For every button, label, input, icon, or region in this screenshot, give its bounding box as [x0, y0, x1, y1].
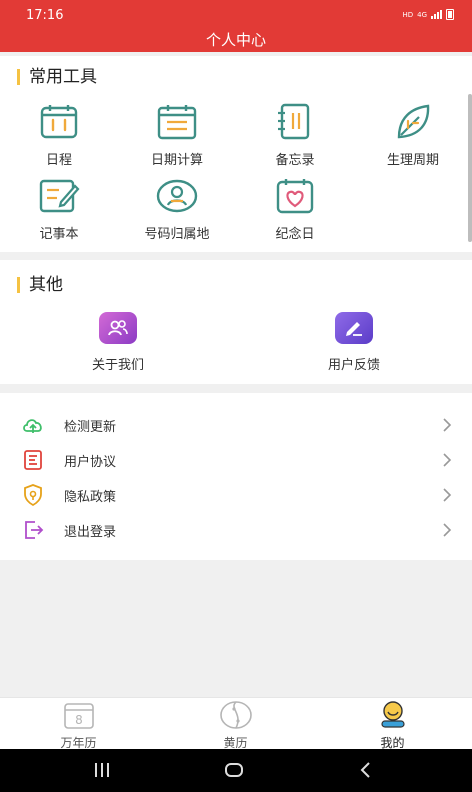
calendar-tab-icon: 8	[63, 703, 94, 729]
other-section-title: 其他	[17, 277, 63, 294]
tool-notebook[interactable]: 记事本	[0, 176, 118, 242]
feedback-icon	[335, 312, 373, 344]
privacy-shield-icon	[24, 484, 42, 507]
tool-label: 记事本	[39, 227, 79, 242]
recent-apps-icon[interactable]	[90, 759, 114, 781]
menu-label: 退出登录	[64, 525, 117, 540]
tool-memo[interactable]: 备忘录	[236, 102, 354, 168]
about-us-item[interactable]: 关于我们	[0, 312, 236, 373]
tool-label: 备忘录	[275, 153, 315, 168]
menu-check-update[interactable]: 检测更新	[0, 408, 472, 443]
feedback-item[interactable]: 用户反馈	[236, 312, 472, 373]
scrollbar[interactable]	[468, 94, 472, 242]
tool-label: 生理周期	[386, 153, 439, 168]
agreement-icon	[24, 450, 42, 470]
menu-logout[interactable]: 退出登录	[0, 513, 472, 548]
tab-calendar[interactable]: 8 万年历	[0, 698, 157, 751]
network-hd-label: HD	[402, 10, 414, 19]
status-icons: HD 4G	[402, 9, 454, 20]
page-title: 个人中心	[205, 31, 266, 49]
about-us-label: 关于我们	[91, 358, 144, 373]
network-4g-label: 4G	[417, 10, 427, 19]
menu-label: 检测更新	[64, 420, 117, 435]
chevron-right-icon	[443, 453, 452, 467]
signal-icon	[431, 10, 442, 19]
tool-label: 纪念日	[275, 227, 315, 242]
battery-icon	[446, 9, 454, 20]
calendar-tab-badge: 8	[75, 713, 83, 727]
menu-user-agreement[interactable]: 用户协议	[0, 443, 472, 478]
location-icon	[156, 179, 198, 213]
yinyang-tab-icon	[219, 701, 252, 729]
profile-tab-icon	[380, 701, 405, 728]
system-nav-bar	[0, 749, 472, 792]
about-us-icon	[99, 312, 137, 344]
tool-date-calc[interactable]: 日期计算	[118, 102, 236, 168]
settings-menu: 检测更新 用户协议 隐私政策 退出登录	[0, 393, 472, 560]
logout-icon	[25, 521, 44, 539]
anniversary-icon	[276, 179, 314, 214]
leaf-icon	[397, 104, 430, 139]
tools-section-title: 常用工具	[17, 69, 97, 86]
tool-anniversary[interactable]: 纪念日	[236, 176, 354, 242]
chevron-right-icon	[443, 523, 452, 537]
other-section: 其他 关于我们 用户反馈	[0, 260, 472, 384]
back-icon[interactable]	[354, 759, 378, 781]
tool-label: 日程	[45, 153, 72, 168]
menu-label: 隐私政策	[64, 490, 117, 505]
tool-number-location[interactable]: 号码归属地	[118, 176, 236, 242]
app-header: 17:16 HD 4G 个人中心	[0, 0, 472, 52]
chevron-right-icon	[443, 418, 452, 432]
tool-label: 号码归属地	[144, 227, 210, 242]
tool-cycle[interactable]: 生理周期	[354, 102, 472, 168]
schedule-icon	[40, 105, 78, 139]
home-icon[interactable]	[222, 759, 246, 781]
status-time: 17:16	[26, 8, 64, 23]
bottom-tab-bar: 8 万年历 黄历 我的	[0, 697, 472, 751]
menu-privacy-policy[interactable]: 隐私政策	[0, 478, 472, 513]
notebook-icon	[39, 179, 80, 213]
cloud-upload-icon	[23, 419, 42, 433]
tool-schedule[interactable]: 日程	[0, 102, 118, 168]
date-calc-icon	[157, 105, 197, 140]
tool-label: 日期计算	[150, 153, 203, 168]
menu-label: 用户协议	[64, 455, 117, 470]
chevron-right-icon	[443, 488, 452, 502]
tools-section: 常用工具 日程 日期计算 备忘录 生理周期 记事本 号码归属地 纪念日	[0, 56, 472, 252]
feedback-label: 用户反馈	[327, 358, 380, 373]
tab-profile[interactable]: 我的	[314, 698, 471, 751]
memo-icon	[278, 103, 310, 140]
tab-almanac[interactable]: 黄历	[157, 698, 314, 751]
